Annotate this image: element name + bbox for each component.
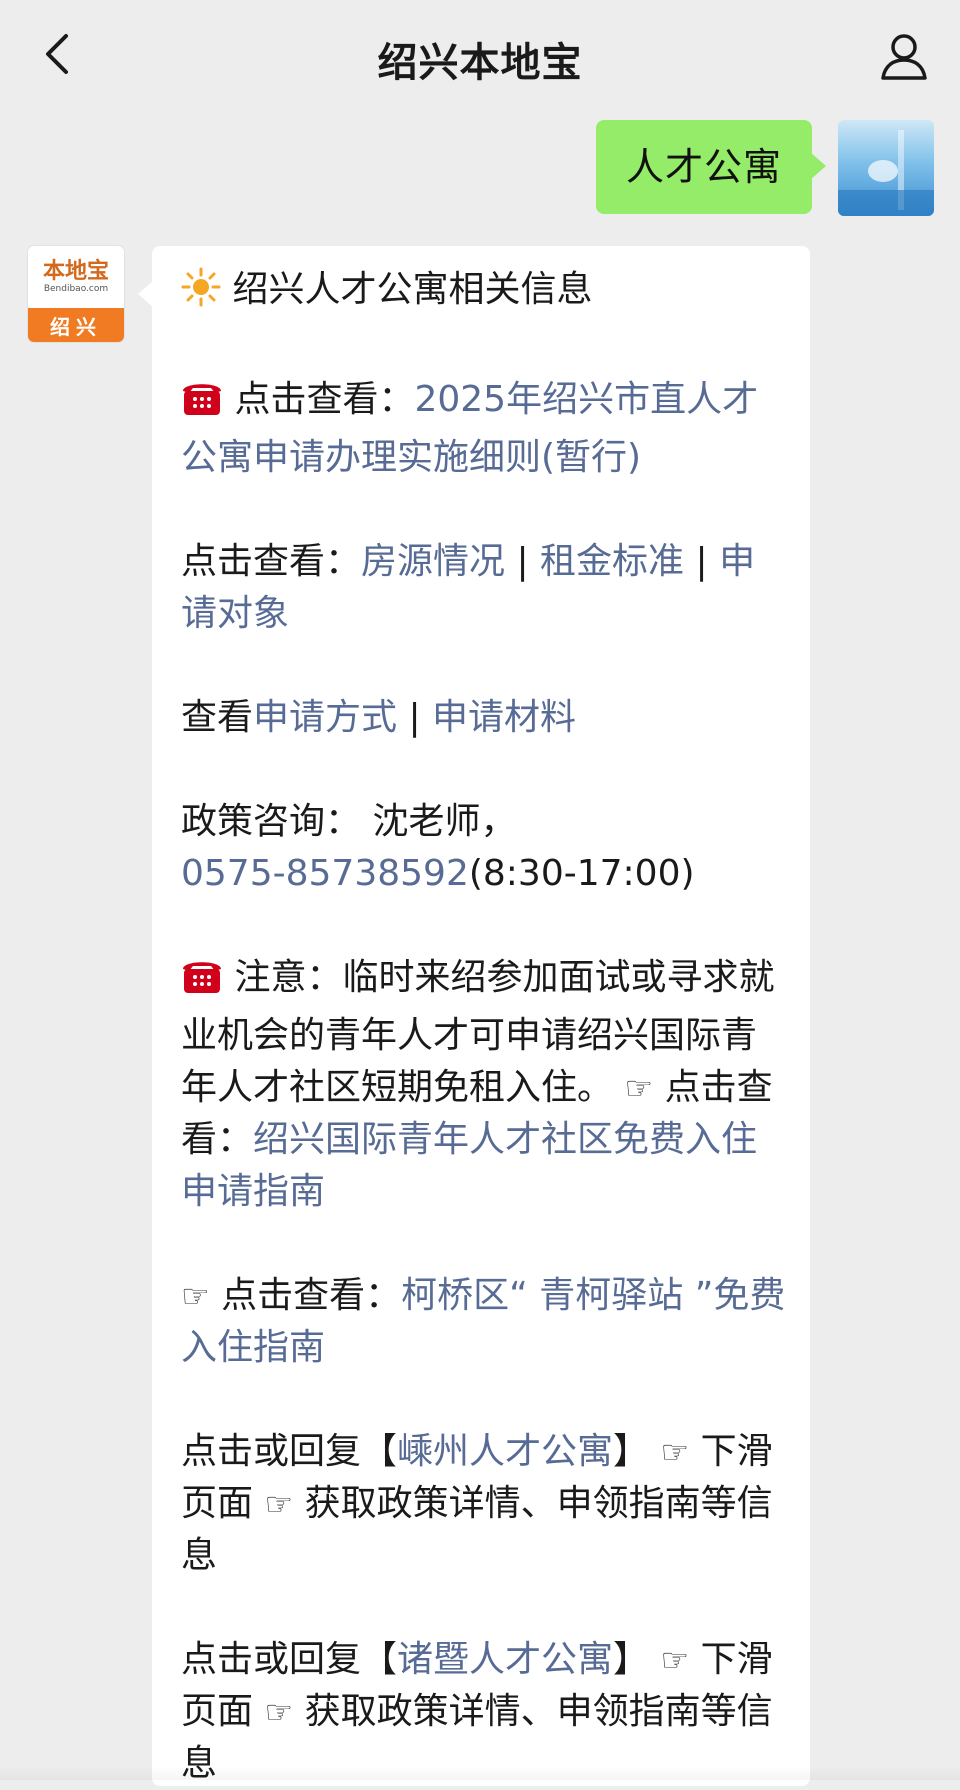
incoming-message: 绍兴人才公寓相关信息 点击查看：2025年绍兴市直人才公寓申请办理实施细则(暂行… bbox=[138, 246, 810, 1786]
message-title: 绍兴人才公寓相关信息 bbox=[181, 264, 790, 322]
pointing-hand-icon: ☞ bbox=[624, 1069, 654, 1107]
separator: | bbox=[684, 541, 720, 582]
title-text: 绍兴人才公寓相关信息 bbox=[232, 269, 593, 310]
paragraph-rules: 点击查看：2025年绍兴市直人才公寓申请办理实施细则(暂行) bbox=[181, 374, 790, 484]
profile-button[interactable] bbox=[872, 24, 936, 88]
zhuji-link[interactable]: 诸暨人才公寓 bbox=[397, 1639, 613, 1680]
logo-city-text: 绍兴 bbox=[28, 308, 124, 342]
pointing-hand-icon: ☞ bbox=[264, 1485, 294, 1523]
pointing-hand-icon: ☞ bbox=[264, 1693, 294, 1731]
reply-prefix: 点击或回复【 bbox=[181, 1639, 398, 1680]
separator: | bbox=[505, 541, 541, 582]
pointing-hand-icon: ☞ bbox=[660, 1641, 690, 1679]
housing-prefix: 点击查看： bbox=[181, 541, 362, 582]
rent-standard-link[interactable]: 租金标准 bbox=[540, 541, 684, 582]
page-title: 绍兴本地宝 bbox=[377, 40, 583, 86]
paragraph-shengzhou: 点击或回复【嵊州人才公寓】 ☞ 下滑页面 ☞ 获取政策详情、申领指南等信息 bbox=[181, 1426, 790, 1582]
pointing-hand-icon: ☞ bbox=[660, 1433, 690, 1471]
apply-prefix: 查看 bbox=[181, 697, 254, 738]
bottom-edge bbox=[0, 1766, 960, 1780]
paragraph-housing: 点击查看：房源情况 | 租金标准 | 申请对象 bbox=[181, 536, 790, 640]
person-icon bbox=[881, 34, 927, 80]
top-bar: 绍兴本地宝 bbox=[0, 0, 960, 112]
shengzhou-link[interactable]: 嵊州人才公寓 bbox=[397, 1431, 613, 1472]
apply-method-link[interactable]: 申请方式 bbox=[253, 697, 397, 738]
sun-icon bbox=[181, 267, 221, 322]
outgoing-bubble[interactable]: 人才公寓 bbox=[595, 120, 827, 214]
separator: | bbox=[397, 697, 433, 738]
housing-source-link[interactable]: 房源情况 bbox=[361, 541, 505, 582]
reply-suffix: 】 bbox=[613, 1431, 650, 1472]
paragraph-notice: 注意：临时来绍参加面试或寻求就业机会的青年人才可申请绍兴国际青年人才社区短期免租… bbox=[181, 952, 790, 1218]
logo-sub-text: Bendibao.com bbox=[43, 284, 109, 294]
paragraph-keqiao: ☞ 点击查看：柯桥区“ 青柯驿站 ”免费入住指南 bbox=[181, 1270, 790, 1374]
outgoing-message: 人才公寓 bbox=[595, 120, 934, 216]
phone-link[interactable]: 0575-85738592 bbox=[181, 853, 469, 894]
pointing-hand-icon: ☞ bbox=[181, 1277, 210, 1315]
telephone-icon bbox=[181, 955, 223, 1010]
user-avatar[interactable] bbox=[838, 120, 934, 216]
office-hours: (8:30-17:00) bbox=[468, 853, 695, 894]
bendibao-logo: 本地宝 Bendibao.com bbox=[28, 246, 124, 308]
paragraph-apply: 查看申请方式 | 申请材料 bbox=[181, 692, 790, 744]
reply-prefix: 点击或回复【 bbox=[181, 1431, 398, 1472]
paragraph-contact: 政策咨询： 沈老师， 0575-85738592(8:30-17:00) bbox=[181, 796, 790, 900]
logo-main-text: 本地宝 bbox=[42, 258, 109, 284]
community-guide-link[interactable]: 绍兴国际青年人才社区免费入住申请指南 bbox=[181, 1119, 757, 1212]
apply-materials-link[interactable]: 申请材料 bbox=[432, 697, 576, 738]
telephone-icon bbox=[181, 377, 223, 432]
reply-suffix: 】 bbox=[613, 1639, 650, 1680]
keqiao-prefix: 点击查看： bbox=[221, 1275, 402, 1316]
bot-avatar[interactable]: 本地宝 Bendibao.com 绍兴 bbox=[28, 246, 124, 342]
contact-prefix: 政策咨询： 沈老师， bbox=[181, 801, 517, 842]
rules-prefix: 点击查看： bbox=[234, 379, 415, 420]
